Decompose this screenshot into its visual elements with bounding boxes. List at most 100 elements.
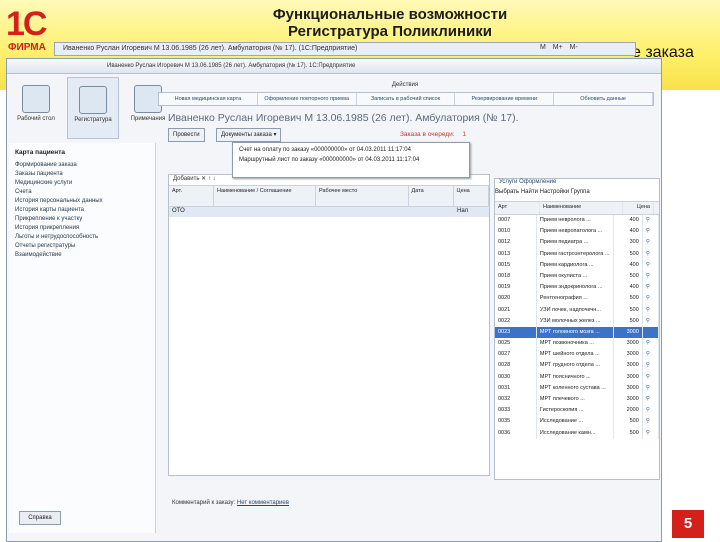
panel-heading: Карта пациента	[15, 149, 66, 156]
search-icon[interactable]: ⚲	[643, 270, 659, 283]
service-cell: 400	[614, 215, 643, 227]
service-cell: Исследование ...	[537, 416, 614, 428]
search-icon[interactable]: ⚲	[643, 304, 659, 316]
search-icon[interactable]: ⚲	[643, 237, 659, 249]
memory-plus-button[interactable]: M+	[553, 44, 563, 51]
comment-link[interactable]: Нет комментариев	[237, 500, 289, 506]
dropdown-item-route-sheet[interactable]: Маршрутный лист по заказу «000000000» от…	[239, 157, 463, 163]
nav-item[interactable]: Прикрепление к участку	[15, 216, 149, 222]
service-row[interactable]: 0019 Прием эндокринолога ... 400 ⚲	[495, 282, 659, 294]
search-icon[interactable]: ⚲	[643, 360, 659, 372]
column-header[interactable]: Дата	[409, 186, 454, 206]
service-cell: 3000	[614, 326, 643, 339]
search-icon[interactable]: ⚲	[643, 315, 659, 327]
service-row[interactable]: 0010 Прием невропатолога ... 400 ⚲	[495, 226, 659, 238]
service-row[interactable]: 0015 Прием кардиолога ... 400 ⚲	[495, 259, 659, 271]
column-header[interactable]: Наименование / Соглашение	[214, 186, 316, 206]
memory-minus-button[interactable]: M-	[570, 44, 578, 51]
search-icon[interactable]: ⚲	[643, 338, 659, 350]
service-cell: 0022	[495, 315, 537, 327]
service-row[interactable]: 0028 МРТ грудного отдела ... 3000 ⚲	[495, 360, 659, 372]
print-docs-button[interactable]: Документы заказа ▾	[216, 128, 282, 142]
table-row[interactable]: ОТО Нал	[169, 207, 489, 217]
service-row[interactable]: 0025 МРТ позвоночника ... 3000 ⚲	[495, 338, 659, 350]
service-row[interactable]: 0021 УЗИ почек, надпочечн... 500 ⚲	[495, 304, 659, 316]
help-button[interactable]: Справка	[19, 511, 61, 525]
search-icon[interactable]: ⚲	[643, 427, 659, 439]
tool-desktop[interactable]: Рабочий стол	[11, 77, 61, 137]
nav-item[interactable]: Счета	[15, 189, 149, 195]
service-row[interactable]: 0033 Гистероскопия ... 2000 ⚲	[495, 405, 659, 417]
clipboard-icon	[79, 86, 107, 114]
table-cell	[409, 207, 454, 217]
service-row[interactable]: 0035 Исследование ... 500 ⚲	[495, 416, 659, 428]
nav-item[interactable]: История прикрепления	[15, 225, 149, 231]
window-title: Иваненко Руслан Игоревич М 13.06.1985 (2…	[7, 59, 661, 74]
action-repeat-visit[interactable]: Оформление повторного приема	[258, 93, 357, 105]
column-header[interactable]: Рабочее место	[316, 186, 409, 206]
search-icon[interactable]: ⚲	[643, 394, 659, 406]
action-refresh[interactable]: Обновить данные	[554, 93, 653, 105]
service-cell: 3000	[614, 349, 643, 361]
search-icon[interactable]: ⚲	[643, 371, 659, 383]
service-cell: Рентгенография ...	[537, 293, 614, 305]
column-header[interactable]: Арт	[495, 202, 540, 214]
service-row[interactable]: 0032 МРТ плечевого ... 3000 ⚲	[495, 394, 659, 406]
column-header[interactable]: Цена	[623, 202, 654, 214]
nav-item[interactable]: Взаимодействие	[15, 252, 149, 258]
service-cell: МРТ позвоночника ...	[537, 338, 614, 350]
search-icon[interactable]: ⚲	[643, 282, 659, 294]
service-row[interactable]: 0020 Рентгенография ... 500 ⚲	[495, 293, 659, 305]
nav-item[interactable]: История карты пациента	[15, 207, 149, 213]
logo-firma: ФИРМА	[8, 42, 46, 53]
service-cell: 0018	[495, 270, 537, 283]
search-icon[interactable]: ⚲	[643, 326, 659, 339]
services-tabs[interactable]: Услуги Оформление	[495, 179, 659, 189]
column-header[interactable]: Наименование	[540, 202, 623, 214]
service-row[interactable]: 0012 Прием педиатра ... 300 ⚲	[495, 237, 659, 249]
action-worklist[interactable]: Записать в рабочий список	[357, 93, 456, 105]
search-icon[interactable]: ⚲	[643, 405, 659, 417]
search-icon[interactable]: ⚲	[643, 215, 659, 227]
service-row[interactable]: 0023 МРТ головного мозга ... 3000 ⚲	[495, 326, 659, 339]
service-row[interactable]: 0022 УЗИ молочных желез ... 500 ⚲	[495, 315, 659, 327]
search-icon[interactable]: ⚲	[643, 226, 659, 238]
nav-item[interactable]: История персональных данных	[15, 198, 149, 204]
nav-item[interactable]: Льготы и нетрудоспособность	[15, 234, 149, 240]
service-cell: 0013	[495, 248, 537, 260]
search-icon[interactable]: ⚲	[643, 293, 659, 305]
dropdown-item-invoice[interactable]: Счет на оплату по заказу «000000000» от …	[239, 147, 463, 153]
column-header[interactable]: Цена	[454, 186, 489, 206]
memory-button[interactable]: M	[540, 44, 546, 51]
search-icon[interactable]: ⚲	[643, 259, 659, 271]
service-cell: 400	[614, 226, 643, 238]
search-icon[interactable]: ⚲	[643, 382, 659, 394]
nav-item[interactable]: Отчеты регистратуры	[15, 243, 149, 249]
column-header[interactable]: Арт.	[169, 186, 214, 206]
tool-registry[interactable]: Регистратура	[67, 77, 119, 139]
search-icon[interactable]: ⚲	[643, 248, 659, 260]
service-row[interactable]: 0030 МРТ поясничного ... 3000 ⚲	[495, 371, 659, 383]
service-cell: 0012	[495, 237, 537, 249]
service-row[interactable]: 0031 МРТ коленного сустава ... 3000 ⚲	[495, 382, 659, 394]
service-row[interactable]: 0018 Прием окулиста ... 500 ⚲	[495, 270, 659, 283]
service-row[interactable]: 0027 МРТ шейного отдела ... 3000 ⚲	[495, 349, 659, 361]
service-row[interactable]: 0007 Прием невролога ... 400 ⚲	[495, 215, 659, 227]
services-toolbar[interactable]: Выбрать Найти Настройки Группа	[495, 189, 659, 201]
post-button[interactable]: Провести	[168, 128, 205, 142]
order-comment: Комментарий к заказу: Нет комментариев	[172, 500, 289, 506]
app-memory-buttons: M M+ M-	[540, 44, 583, 51]
action-new-card[interactable]: Новая медицинская карта	[159, 93, 258, 105]
nav-item[interactable]: Заказы пациента	[15, 171, 149, 177]
nav-item[interactable]: Медицинские услуги	[15, 180, 149, 186]
service-cell: Прием эндокринолога ...	[537, 282, 614, 294]
search-icon[interactable]: ⚲	[643, 349, 659, 361]
service-cell: Прием гастроэнтеролога ...	[537, 248, 614, 260]
action-reserve-time[interactable]: Резервирование времени	[455, 93, 555, 105]
service-row[interactable]: 0036 Исследование камн... 500 ⚲	[495, 427, 659, 439]
search-icon[interactable]: ⚲	[643, 416, 659, 428]
service-cell: МРТ грудного отдела ...	[537, 360, 614, 372]
service-cell: 0035	[495, 416, 537, 428]
nav-item[interactable]: Формирование заказа	[15, 162, 149, 168]
service-row[interactable]: 0013 Прием гастроэнтеролога ... 500 ⚲	[495, 248, 659, 260]
